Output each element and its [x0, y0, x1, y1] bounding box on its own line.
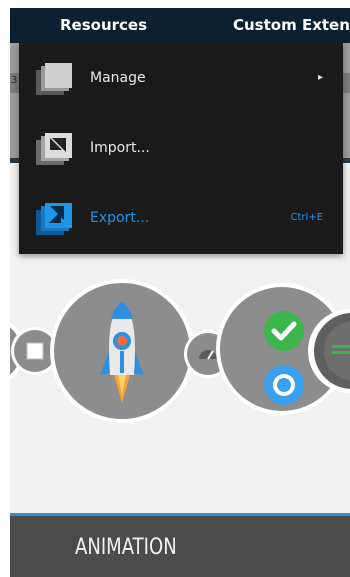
shortcut-label: Ctrl+E	[290, 212, 324, 223]
category-footer: ANIMATION	[10, 513, 350, 577]
toolbar-partial-text: 3	[11, 75, 18, 86]
resources-dropdown-menu: Manage ▸ Import... Export... Ctrl+E	[19, 43, 343, 254]
checkmark-icon	[264, 311, 304, 351]
menu-resources[interactable]: Resources	[60, 8, 147, 43]
menu-item-export[interactable]: Export... Ctrl+E	[19, 183, 343, 253]
export-icon	[36, 203, 72, 235]
menu-item-manage[interactable]: Manage ▸	[19, 43, 343, 113]
submenu-arrow-icon: ▸	[317, 72, 323, 83]
menu-bar: Resources Custom Extens	[10, 8, 350, 43]
ring-icon	[264, 365, 304, 405]
folder-icon	[36, 63, 72, 95]
menu-item-label: Import...	[90, 140, 150, 156]
resource-carousel[interactable]	[10, 271, 350, 441]
menu-item-label: Export...	[90, 210, 150, 226]
menu-item-import[interactable]: Import...	[19, 113, 343, 183]
rocket-item[interactable]	[50, 279, 194, 423]
menu-item-label: Manage	[90, 70, 146, 86]
category-title: ANIMATION	[75, 535, 177, 560]
import-icon	[36, 133, 72, 165]
app-frame: Resources Custom Extens 3 Manage ▸ Impor…	[10, 8, 350, 577]
menu-custom-extensions[interactable]: Custom Extens	[233, 8, 350, 43]
